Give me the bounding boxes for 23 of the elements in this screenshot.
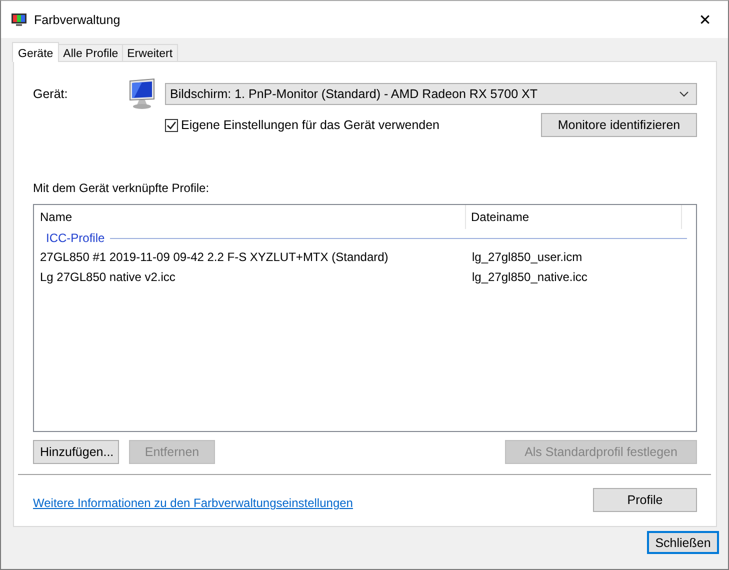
window-title: Farbverwaltung (34, 12, 122, 26)
tab[interactable]: Erweitert (122, 44, 178, 61)
device-dropdown[interactable]: Bildschirm: 1. PnP-Monitor (Standard) - AMD Radeon RX 5700 XT (165, 83, 697, 105)
close-button[interactable]: ✕ (682, 1, 728, 38)
profile-button[interactable]: Profile (593, 488, 697, 512)
identify-button[interactable]: Monitore identifizieren (541, 113, 697, 137)
table-cell-text: 27GL850 #1 2019-11-09 09-42 2.2 F-S XYZLUT+MTX (Standard) (39, 250, 390, 264)
table-cell-text: lg_27gl850_user.icm (471, 250, 582, 264)
column-header[interactable]: Name (34, 205, 466, 229)
chevron-down-icon (679, 91, 689, 97)
info-link[interactable]: Weitere Informationen zu den Farbverwaltungseinstellungen (33, 496, 353, 510)
monitor-icon (11, 12, 27, 26)
table-cell-text: Lg 27GL850 native v2.icc (39, 270, 176, 284)
add-button[interactable]: Hinzufügen... (33, 440, 119, 464)
column-header[interactable]: Dateiname (466, 205, 682, 229)
checkbox[interactable] (165, 118, 178, 132)
close-dialog-button[interactable]: Schließen (647, 531, 719, 554)
checkbox-label: Eigene Einstellungen für das Gerät verwenden (181, 118, 440, 132)
profiles-heading: Mit dem Gerät verknüpfte Profile: (33, 181, 210, 195)
tab[interactable]: Geräte (12, 42, 60, 62)
device-label: Gerät: (33, 87, 69, 101)
table-cell-text: lg_27gl850_native.icc (471, 270, 588, 284)
group-header: ICC-Profile (46, 231, 105, 245)
